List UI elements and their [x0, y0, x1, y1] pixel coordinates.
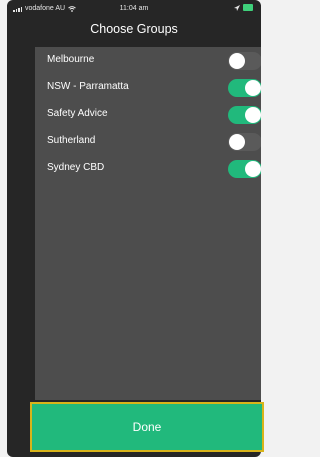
toggle-knob — [229, 53, 245, 69]
group-label: NSW - Parramatta — [47, 81, 129, 92]
battery-icon — [243, 4, 253, 11]
toggle-switch[interactable] — [228, 133, 261, 151]
status-right — [234, 4, 253, 11]
list-item: Sydney CBD — [35, 155, 261, 182]
list-item: Sutherland — [35, 128, 261, 155]
toggle-switch[interactable] — [228, 52, 261, 70]
group-label: Safety Advice — [47, 108, 108, 119]
phone-screen: vodafone AU 11:04 am Choose Groups Melbo… — [7, 0, 261, 457]
location-icon — [234, 4, 240, 11]
done-button-frame: Done — [30, 402, 264, 452]
status-bar: vodafone AU 11:04 am — [7, 0, 261, 18]
toggle-switch[interactable] — [228, 160, 261, 178]
toggle-knob — [245, 107, 261, 123]
group-label: Melbourne — [47, 54, 95, 65]
toggle-knob — [245, 80, 261, 96]
toggle-switch[interactable] — [228, 106, 261, 124]
toggle-knob — [229, 134, 245, 150]
list-item: Melbourne — [35, 47, 261, 74]
page-title: Choose Groups — [90, 22, 178, 36]
list-item: NSW - Parramatta — [35, 74, 261, 101]
groups-list: Melbourne NSW - Parramatta Safety Advice… — [35, 47, 261, 400]
group-label: Sydney CBD — [47, 162, 105, 173]
clock: 11:04 am — [119, 5, 149, 12]
done-button[interactable]: Done — [32, 404, 262, 450]
group-label: Sutherland — [47, 135, 96, 146]
toggle-switch[interactable] — [228, 79, 261, 97]
toggle-knob — [245, 161, 261, 177]
list-item: Safety Advice — [35, 101, 261, 128]
